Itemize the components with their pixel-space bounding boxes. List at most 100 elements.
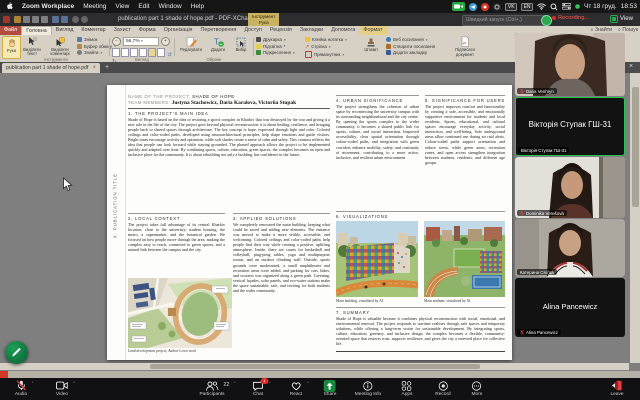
chevron-up-icon[interactable]: ˆ bbox=[73, 382, 75, 388]
select-text-button[interactable]: Виділити текст bbox=[20, 36, 44, 57]
tab-organize[interactable]: Організація bbox=[160, 26, 197, 35]
add-button[interactable]: T+ Додати bbox=[207, 36, 229, 57]
tab-protect[interactable]: Захист bbox=[110, 26, 135, 35]
tab-bookmarks[interactable]: Закладки bbox=[296, 26, 327, 35]
snapshot-button[interactable]: Знімок bbox=[77, 37, 116, 42]
more-button[interactable]: More bbox=[472, 380, 483, 397]
menubar-time[interactable]: 18:53 bbox=[621, 3, 637, 10]
select-comments-button[interactable]: Виділити коментарі bbox=[46, 36, 74, 57]
menu-view[interactable]: View bbox=[115, 3, 129, 10]
prev-view-icon[interactable] bbox=[72, 16, 79, 23]
page-view-icon[interactable] bbox=[148, 48, 156, 57]
notification-status-icon[interactable] bbox=[481, 3, 489, 11]
tab-review[interactable]: Рецензія bbox=[266, 26, 296, 35]
add-bookmark-button[interactable]: Додати закладку bbox=[386, 50, 435, 55]
leave-button[interactable]: Leave bbox=[610, 380, 623, 397]
horizontal-scrollbar-thumb[interactable] bbox=[150, 364, 480, 369]
document-tab[interactable]: publication part 1 shade of hope.pdf × bbox=[2, 63, 100, 73]
tab-file[interactable]: Файл bbox=[0, 26, 21, 35]
zoom-camera-status-icon[interactable] bbox=[452, 2, 465, 11]
participant-tile-alina[interactable]: Alina Pancewicz Alina Pancewicz bbox=[515, 278, 625, 337]
zoom-in-button[interactable]: + bbox=[161, 37, 170, 46]
horizontal-scrollbar[interactable] bbox=[0, 363, 629, 370]
apple-logo-icon[interactable] bbox=[6, 2, 13, 12]
zoom-self-avatar[interactable] bbox=[541, 15, 552, 26]
highlight-button[interactable]: Підсвітка▾ bbox=[256, 44, 295, 49]
telegram-status-icon[interactable] bbox=[469, 3, 477, 11]
stamp-button[interactable]: Штамп bbox=[360, 36, 382, 57]
tab-close-icon[interactable]: × bbox=[93, 63, 97, 73]
annotate-button[interactable] bbox=[5, 341, 28, 364]
participant-tile-daria[interactable]: Daria Venhryn bbox=[515, 33, 625, 96]
chevron-up-icon[interactable]: ˆ bbox=[234, 382, 236, 388]
participants-button[interactable]: 22 ˆ Participants bbox=[199, 380, 224, 397]
clipboard-button[interactable]: Буфер обміну▾ bbox=[77, 44, 116, 49]
video-button[interactable]: ˆ Video bbox=[56, 380, 68, 397]
menu-window[interactable]: Window bbox=[159, 3, 182, 10]
zoom-out-button[interactable]: − bbox=[112, 37, 121, 46]
keyboard-layout-icon[interactable]: EN bbox=[521, 3, 533, 11]
chevron-up-icon[interactable]: ˆ bbox=[307, 382, 309, 388]
find-tool-button[interactable]: Знайти▾ bbox=[77, 50, 116, 55]
react-button[interactable]: ˆ React bbox=[290, 380, 303, 397]
tab-home[interactable]: Головна bbox=[21, 26, 51, 36]
page-view-icon[interactable] bbox=[130, 48, 138, 57]
arrow-tool-button[interactable]: ↗Стрілка▾ bbox=[305, 44, 347, 50]
panel-close-icon[interactable]: × bbox=[629, 63, 633, 70]
create-link-button[interactable]: Створити посилання bbox=[386, 44, 435, 49]
open-icon[interactable] bbox=[14, 16, 21, 23]
quick-launch-search[interactable]: Швидкий запуск (Ctrl+.) bbox=[462, 15, 546, 26]
underline-button[interactable]: Підкреслення▾ bbox=[256, 50, 295, 55]
tab-convert[interactable]: Перетворення bbox=[196, 26, 240, 35]
audio-button[interactable]: ˆ Audio bbox=[15, 380, 27, 397]
chevron-up-icon[interactable]: ˆ bbox=[32, 382, 34, 388]
web-link-button[interactable]: Веб посилання▾ bbox=[386, 37, 435, 42]
participant-tile-dominika[interactable]: Dominika Verešová bbox=[515, 157, 625, 218]
apps-button[interactable]: Apps bbox=[402, 380, 413, 397]
spotlight-search-icon[interactable] bbox=[550, 3, 558, 11]
menu-meeting[interactable]: Meeting bbox=[83, 3, 106, 10]
page-view-icon[interactable] bbox=[139, 48, 147, 57]
zoom-view-button[interactable]: View bbox=[610, 15, 633, 23]
hand-tool-button[interactable]: Рука bbox=[2, 36, 21, 59]
menubar-date[interactable]: Чт 18 груд. bbox=[584, 3, 617, 10]
rectangle-tool-button[interactable]: Прямокутник▾ bbox=[305, 51, 347, 58]
menu-edit[interactable]: Edit bbox=[138, 3, 149, 10]
meeting-info-button[interactable]: Meeting Info bbox=[355, 380, 381, 397]
tab-accessibility[interactable]: Доступ bbox=[240, 26, 266, 35]
print-icon[interactable] bbox=[32, 16, 39, 23]
edit-content-button[interactable]: Редагувати bbox=[177, 36, 205, 57]
vertical-scrollbar[interactable] bbox=[630, 73, 640, 363]
next-view-icon[interactable] bbox=[81, 16, 88, 23]
vk-status-icon[interactable]: VK bbox=[505, 3, 517, 11]
sticky-note-button[interactable]: Клейка нотатка▾ bbox=[305, 37, 347, 42]
page-view-icon[interactable] bbox=[112, 48, 120, 57]
pick-button[interactable]: Вибір bbox=[231, 36, 251, 57]
chevron-up-icon[interactable]: ˆ bbox=[269, 382, 271, 388]
vertical-scrollbar-thumb[interactable] bbox=[632, 87, 639, 207]
menu-app-name[interactable]: Zoom Workplace bbox=[22, 3, 74, 10]
zoom-level-input[interactable]: 56,7% ▾ bbox=[123, 37, 159, 46]
undo-arrow-icon[interactable]: ↺ bbox=[167, 53, 172, 59]
redo-icon[interactable] bbox=[61, 16, 68, 23]
undo-icon[interactable] bbox=[52, 16, 59, 23]
tab-view[interactable]: Вигляд bbox=[52, 26, 78, 35]
save-icon[interactable] bbox=[23, 16, 30, 23]
wifi-icon[interactable] bbox=[537, 3, 546, 10]
participant-tile-kateryna[interactable]: Катерина Свіґда bbox=[515, 219, 625, 277]
shield-status-icon[interactable] bbox=[493, 3, 501, 11]
record-button[interactable]: Record bbox=[435, 380, 450, 397]
sign-document-button[interactable]: Підписати документ bbox=[448, 36, 482, 57]
control-center-icon[interactable] bbox=[562, 3, 571, 10]
tab-help[interactable]: Допомога bbox=[327, 26, 359, 35]
page-view-icon[interactable] bbox=[121, 48, 129, 57]
tab-format[interactable]: Формат bbox=[359, 26, 386, 35]
participant-tile-viktoriia-active-speaker[interactable]: Вікторія Ступак ГШ-31 Вікторія Ступак ГШ… bbox=[515, 97, 625, 156]
chat-button[interactable]: 1 ˆ Chat bbox=[253, 380, 264, 397]
page-view-icon[interactable] bbox=[157, 48, 165, 57]
mail-icon[interactable] bbox=[41, 16, 48, 23]
tab-comment[interactable]: Коментар bbox=[77, 26, 109, 35]
share-button[interactable]: Share bbox=[324, 380, 337, 397]
typewriter-button[interactable]: Друкарка▾ bbox=[256, 37, 295, 42]
tab-form[interactable]: Форма bbox=[135, 26, 160, 35]
